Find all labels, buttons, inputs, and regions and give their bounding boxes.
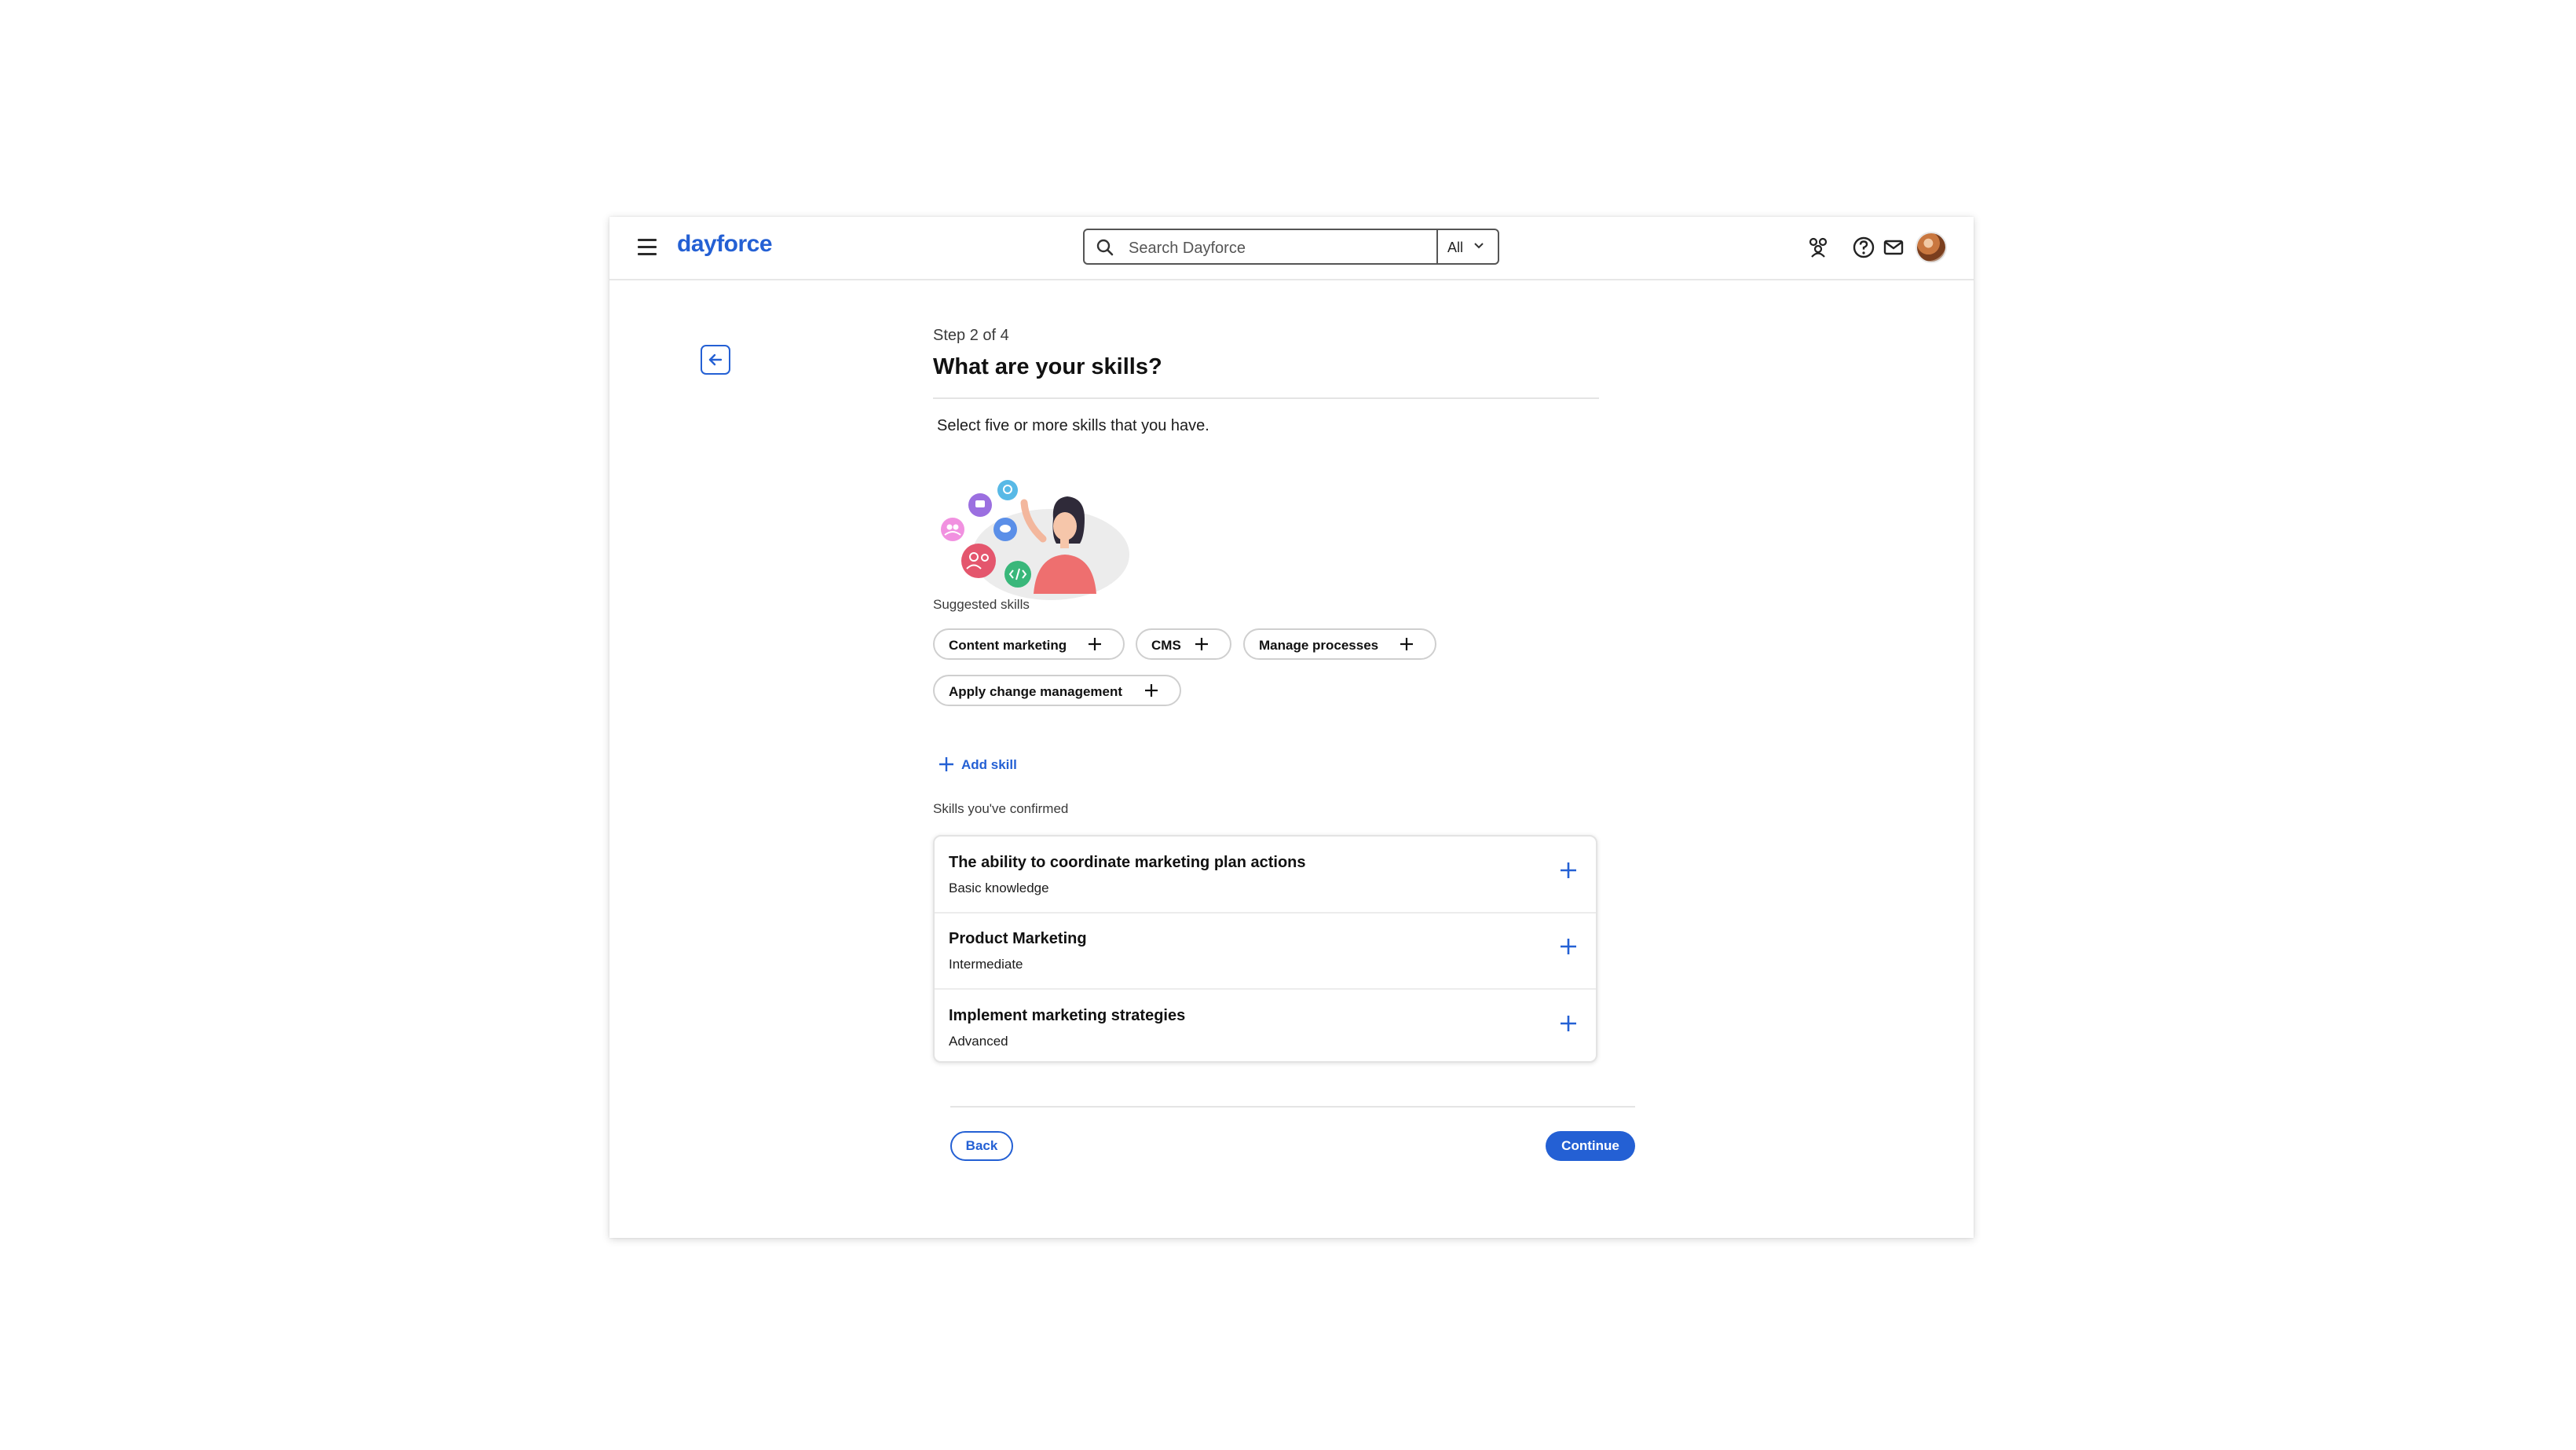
skill-name: Product Marketing bbox=[949, 930, 1087, 947]
search-divider bbox=[1436, 230, 1438, 263]
confirmed-skills-label: Skills you've confirmed bbox=[933, 801, 1069, 816]
plus-icon bbox=[1195, 638, 1208, 650]
skill-chip-cms[interactable]: CMS bbox=[1136, 628, 1231, 660]
skill-chip-label: Manage processes bbox=[1259, 638, 1379, 653]
back-arrow-button[interactable] bbox=[701, 345, 730, 375]
skill-chip-label: Apply change management bbox=[949, 684, 1123, 699]
skill-level: Basic knowledge bbox=[949, 881, 1049, 895]
confirmed-skill-row: The ability to coordinate marketing plan… bbox=[935, 837, 1596, 913]
skill-chip-label: CMS bbox=[1151, 638, 1181, 653]
arrow-left-icon bbox=[708, 353, 723, 366]
chevron-down-icon bbox=[1474, 243, 1484, 249]
suggested-skills-label: Suggested skills bbox=[933, 597, 1030, 612]
add-skill-row-icon[interactable] bbox=[1558, 936, 1579, 957]
skill-chip-content-marketing[interactable]: Content marketing bbox=[933, 628, 1125, 660]
skills-illustration bbox=[941, 480, 1129, 600]
confirmed-skills-list: The ability to coordinate marketing plan… bbox=[933, 835, 1597, 1063]
app-window: dayforce Search Dayforce All Step 2 of 4… bbox=[609, 217, 1974, 1238]
skill-level: Intermediate bbox=[949, 957, 1023, 972]
search-icon bbox=[1096, 239, 1114, 256]
search-input[interactable]: Search Dayforce bbox=[1129, 240, 1246, 258]
instruction-text: Select five or more skills that you have… bbox=[937, 417, 1209, 434]
skill-chip-apply-change-management[interactable]: Apply change management bbox=[933, 675, 1181, 706]
skill-chip-manage-processes[interactable]: Manage processes bbox=[1243, 628, 1436, 660]
page-title: What are your skills? bbox=[933, 354, 1162, 379]
plus-icon bbox=[939, 757, 953, 771]
skill-level: Advanced bbox=[949, 1034, 1008, 1049]
dayforce-logo[interactable]: dayforce bbox=[677, 231, 773, 258]
skill-chip-label: Content marketing bbox=[949, 638, 1067, 653]
skill-name: Implement marketing strategies bbox=[949, 1007, 1186, 1024]
people-icon[interactable] bbox=[1805, 234, 1831, 261]
menu-icon[interactable] bbox=[638, 239, 657, 256]
avatar[interactable] bbox=[1916, 232, 1947, 263]
top-bar: dayforce Search Dayforce All bbox=[609, 217, 1974, 280]
skill-name: The ability to coordinate marketing plan… bbox=[949, 854, 1306, 871]
plus-icon bbox=[1400, 638, 1413, 650]
mail-icon[interactable] bbox=[1880, 234, 1907, 261]
confirmed-skill-row: Implement marketing strategies Advanced bbox=[935, 990, 1596, 1066]
help-icon[interactable] bbox=[1850, 234, 1877, 261]
add-skill-row-icon[interactable] bbox=[1558, 1013, 1579, 1034]
confirmed-skill-row: Product Marketing Intermediate bbox=[935, 913, 1596, 989]
continue-button[interactable]: Continue bbox=[1546, 1131, 1635, 1161]
add-skill-label: Add skill bbox=[961, 757, 1017, 772]
plus-icon bbox=[1145, 684, 1158, 697]
search-scope-select[interactable]: All bbox=[1447, 240, 1463, 256]
footer-divider bbox=[950, 1106, 1635, 1108]
add-skill-row-icon[interactable] bbox=[1558, 860, 1579, 881]
plus-icon bbox=[1089, 638, 1101, 650]
step-indicator: Step 2 of 4 bbox=[933, 327, 1009, 344]
title-divider bbox=[933, 397, 1599, 399]
back-button[interactable]: Back bbox=[950, 1131, 1013, 1161]
search-bar[interactable]: Search Dayforce All bbox=[1083, 229, 1499, 265]
